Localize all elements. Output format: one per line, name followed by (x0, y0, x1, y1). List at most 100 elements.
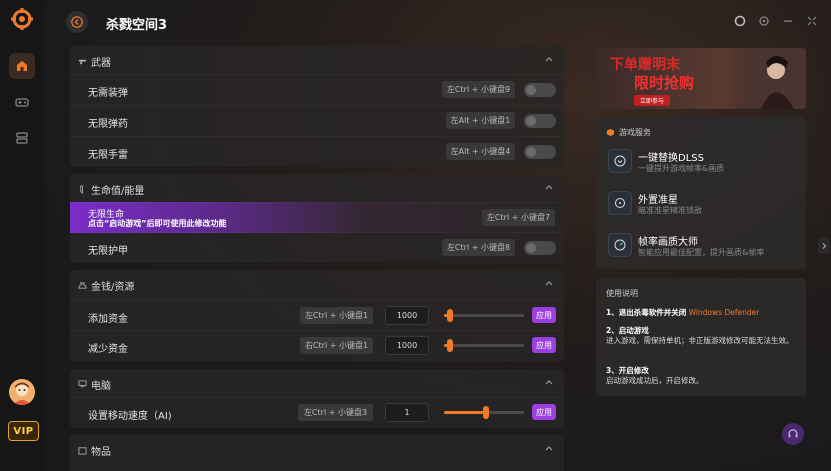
support-button[interactable] (782, 423, 804, 445)
chevron-up-icon[interactable] (544, 377, 554, 387)
chevron-right-icon (822, 243, 827, 249)
section-weapons: 武器 无需装弹 左Ctrl + 小键盘9 无限弹药 左Alt + 小键盘1 无限… (70, 46, 564, 167)
section-header[interactable]: 金钱/资源 (70, 270, 564, 298)
arrow-left-icon (71, 16, 83, 28)
section-health: 生命值/能量 无限生命 点击“启动游戏”后即可使用此修改功能 左Ctrl + 小… (70, 174, 564, 263)
launch-notice: 点击“启动游戏”后即可使用此修改功能 (88, 219, 227, 228)
cheat-row: 无限手雷 左Alt + 小键盘4 (70, 136, 564, 167)
hotkey-badge[interactable]: 左Alt + 小键盘1 (446, 112, 515, 129)
service-name: 帧率画质大师 (638, 237, 698, 248)
value-slider[interactable] (444, 406, 524, 419)
settings-button[interactable] (757, 14, 771, 28)
page-title: 杀戮空间3 (106, 18, 168, 33)
cheat-list: 武器 无需装弹 左Ctrl + 小键盘9 无限弹药 左Alt + 小键盘1 无限… (70, 46, 564, 471)
value-input[interactable]: 1000 (385, 306, 429, 325)
gear-icon (759, 16, 769, 26)
storage-nav-button[interactable] (9, 125, 35, 151)
collapse-icon (807, 16, 817, 26)
home-icon (17, 61, 27, 71)
promo-banner[interactable]: 下单赠明末 限时抢购 立即参与 (596, 48, 806, 109)
minimize-button[interactable] (781, 14, 795, 28)
hotkey-badge[interactable]: 左Alt + 小键盘4 (446, 143, 515, 160)
section-title: 金钱/资源 (91, 282, 135, 293)
chevron-up-icon[interactable] (544, 443, 554, 453)
syringe-icon (80, 185, 83, 194)
left-rail: VIP (0, 0, 45, 471)
guide-step-2: 2、启动游戏 进入游戏，需保持单机；非正版游戏修改可能无法生效。 (606, 326, 794, 345)
vip-badge[interactable]: VIP (8, 421, 39, 441)
hotkey-badge[interactable]: 右Ctrl + 小键盘1 (300, 337, 373, 354)
record-button[interactable] (733, 14, 747, 28)
expand-panel-button[interactable] (818, 238, 830, 254)
crosshair-icon (615, 198, 625, 208)
back-button[interactable] (66, 11, 88, 33)
cheat-label: 减少资金 (88, 344, 128, 355)
app-logo-icon (11, 8, 33, 30)
section-header[interactable]: 物品 (70, 435, 564, 463)
value-input[interactable]: 1 (385, 403, 429, 422)
section-title: 生命值/能量 (91, 186, 145, 197)
banner-subheadline: 限时抢购 (634, 74, 695, 92)
hotkey-badge[interactable]: 左Ctrl + 小键盘3 (298, 404, 373, 421)
guide-step-3: 3、开启修改 启动游戏成功后，开启修改。 (606, 366, 704, 385)
service-name: 外置准星 (638, 195, 678, 206)
section-header[interactable]: 生命值/能量 (70, 174, 564, 202)
hotkey-badge[interactable]: 左Ctrl + 小键盘1 (300, 307, 373, 324)
section-title: 武器 (91, 58, 111, 69)
section-header[interactable]: 武器 (70, 46, 564, 74)
cheat-label: 无限护甲 (88, 246, 128, 257)
cheat-toggle[interactable] (524, 145, 556, 159)
guide-title: 使用说明 (606, 289, 638, 298)
service-name: 一键替换DLSS (638, 153, 704, 164)
cheat-toggle[interactable] (524, 114, 556, 128)
service-framerate[interactable]: 帧率画质大师 智能应用最佳配置，提升画质&帧率 (608, 231, 798, 261)
gun-icon (78, 59, 87, 65)
money-bag-icon (78, 282, 87, 289)
headset-icon (788, 429, 798, 438)
section-title: 物品 (91, 447, 111, 458)
chevron-up-icon[interactable] (544, 54, 554, 64)
service-dlss[interactable]: 一键替换DLSS 一键提升游戏帧率&画质 (608, 147, 798, 177)
service-desc: 一键提升游戏帧率&画质 (638, 164, 725, 173)
section-computer: 电脑 设置移动速度（AI) 左Ctrl + 小键盘3 1 应用 (70, 369, 564, 428)
usage-guide-card: 使用说明 1、退出杀毒软件并关闭 Windows Defender 2、启动游戏… (596, 278, 806, 396)
user-avatar[interactable] (9, 379, 35, 405)
apply-button[interactable]: 应用 (532, 337, 556, 353)
download-icon (614, 155, 626, 167)
speedometer-icon (614, 239, 626, 251)
cheat-row: 减少资金 右Ctrl + 小键盘1 1000 应用 (70, 330, 564, 361)
section-title: 电脑 (91, 381, 111, 392)
service-crosshair[interactable]: 外置准星 瞄准准星精准锁敌 (608, 189, 798, 219)
cheat-toggle[interactable] (524, 241, 556, 255)
minimize-icon (784, 20, 792, 22)
service-desc: 瞄准准星精准锁敌 (638, 206, 702, 215)
cheat-label: 无需装弹 (88, 88, 128, 99)
hotkey-badge[interactable]: 左Ctrl + 小键盘8 (442, 239, 515, 256)
cheat-row: 设置移动速度（AI) 左Ctrl + 小键盘3 1 应用 (70, 397, 564, 428)
value-input[interactable]: 1000 (385, 336, 429, 355)
section-money: 金钱/资源 添加资金 左Ctrl + 小键盘1 1000 应用 减少资金 右Ct… (70, 270, 564, 361)
cheat-label: 无限弹药 (88, 119, 128, 130)
chevron-up-icon[interactable] (544, 278, 554, 288)
apply-button[interactable]: 应用 (532, 404, 556, 420)
home-nav-button[interactable] (9, 53, 35, 79)
chevron-up-icon[interactable] (544, 182, 554, 192)
cheat-row: 添加资金 左Ctrl + 小键盘1 1000 应用 (70, 300, 564, 331)
cheat-toggle[interactable] (524, 83, 556, 97)
apply-button[interactable]: 应用 (532, 307, 556, 323)
computer-icon (78, 380, 87, 388)
hotkey-badge[interactable]: 左Ctrl + 小键盘9 (442, 81, 515, 98)
cube-icon (606, 128, 615, 137)
value-slider[interactable] (444, 339, 524, 352)
banner-cta-button[interactable]: 立即参与 (634, 95, 670, 106)
games-nav-button[interactable] (9, 89, 35, 115)
cheat-row: 无需装弹 左Ctrl + 小键盘9 (70, 74, 564, 105)
section-header[interactable]: 电脑 (70, 369, 564, 397)
close-button[interactable] (805, 14, 819, 28)
value-slider[interactable] (444, 309, 524, 322)
cheat-label: 无限手雷 (88, 150, 128, 161)
section-items: 物品 (70, 435, 564, 471)
banner-headline: 下单赠明末 (610, 57, 680, 73)
box-icon (78, 447, 87, 455)
hotkey-badge[interactable]: 左Ctrl + 小键盘7 (482, 209, 555, 226)
